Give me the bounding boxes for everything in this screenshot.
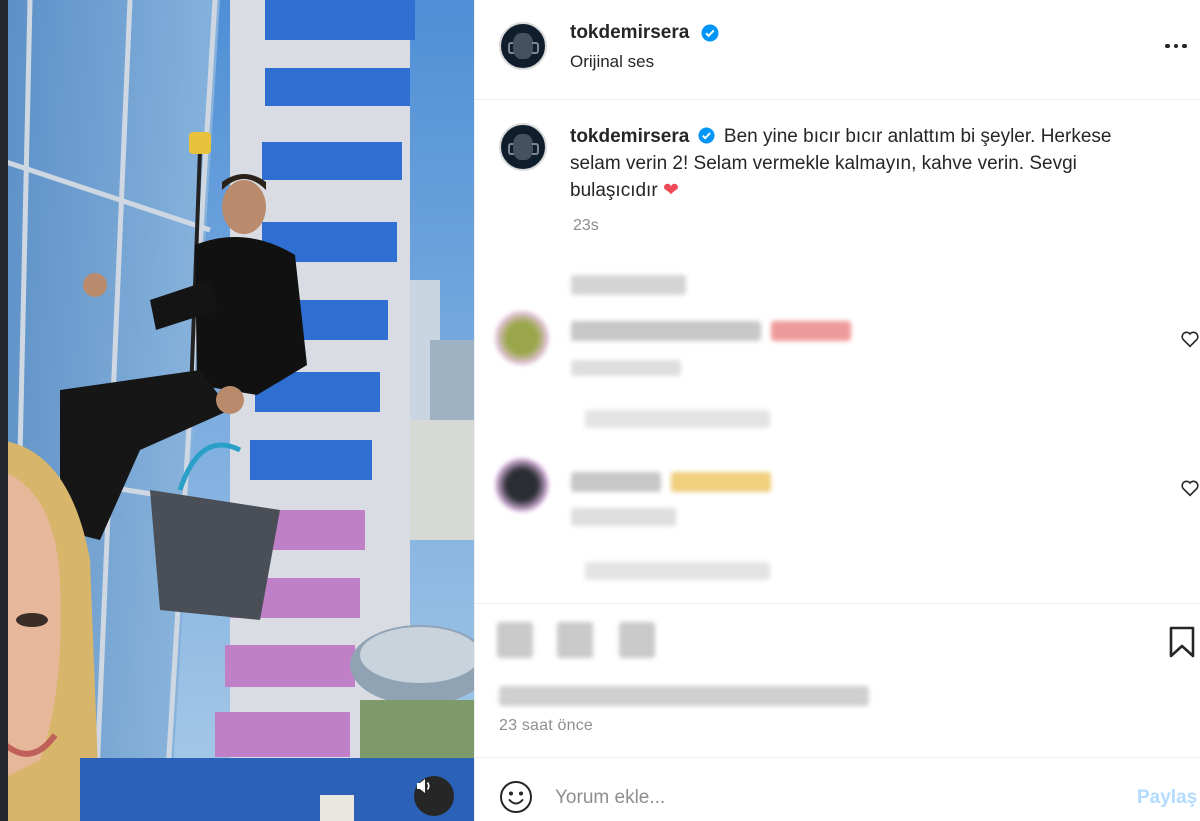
sound-toggle-button[interactable] — [414, 776, 454, 816]
actions-divider — [475, 603, 1200, 604]
blurred-likes-count[interactable] — [499, 686, 869, 706]
comment-composer: Paylaş — [475, 757, 1200, 821]
avatar-face — [513, 134, 533, 160]
like-button[interactable] — [497, 622, 533, 658]
more-dot — [1173, 43, 1178, 49]
speaker-icon — [417, 779, 430, 793]
blurred-replies-link[interactable] — [585, 410, 770, 428]
post-header: tokdemirsera Orijinal ses — [475, 0, 1200, 100]
audio-label[interactable]: Orijinal ses — [570, 52, 654, 72]
blurred-comment-text — [571, 360, 681, 376]
comment-button[interactable] — [557, 622, 593, 658]
more-horizontal-icon — [1165, 43, 1170, 49]
comment-input[interactable] — [555, 782, 1075, 814]
post-details-panel: tokdemirsera Orijinal ses tokdemirsera B… — [474, 0, 1200, 821]
avatar-frame-right — [532, 42, 539, 54]
verified-badge-icon — [698, 127, 715, 144]
author-username[interactable]: tokdemirsera — [570, 22, 689, 44]
blurred-username — [571, 472, 661, 492]
avatar-frame-right — [532, 143, 539, 155]
post-media[interactable] — [0, 0, 474, 821]
avatar-face — [513, 33, 533, 59]
post-comment-button[interactable]: Paylaş — [1137, 787, 1197, 809]
post-timestamp[interactable]: 23 saat önce — [499, 717, 593, 735]
heart-outline-icon[interactable] — [1179, 328, 1200, 350]
heart-outline-icon[interactable] — [1179, 477, 1200, 499]
author-avatar[interactable] — [499, 22, 547, 70]
blurred-replies-link[interactable] — [585, 562, 770, 580]
post-caption: tokdemirsera Ben yine bıcır bıcır anlatt… — [570, 123, 1160, 204]
post-image — [0, 0, 474, 821]
share-post-button[interactable] — [619, 622, 655, 658]
caption-age[interactable]: 23s — [573, 217, 599, 235]
more-options-button[interactable] — [1165, 36, 1191, 56]
blurred-avatar[interactable] — [495, 311, 549, 365]
smiley-icon[interactable] — [499, 780, 533, 814]
more-dot — [1182, 43, 1187, 49]
bookmark-icon[interactable] — [1167, 626, 1197, 658]
hidden-comment-label — [571, 275, 686, 295]
caption-author-avatar[interactable] — [499, 123, 547, 171]
blurred-emoji — [771, 321, 851, 341]
heart-emoji: ❤ — [662, 180, 679, 201]
blurred-comment-text — [571, 508, 676, 526]
blurred-username — [571, 321, 761, 341]
blurred-avatar[interactable] — [495, 458, 549, 512]
blurred-emoji — [671, 472, 771, 492]
verified-badge-icon — [701, 24, 719, 42]
caption-username[interactable]: tokdemirsera — [570, 126, 689, 147]
